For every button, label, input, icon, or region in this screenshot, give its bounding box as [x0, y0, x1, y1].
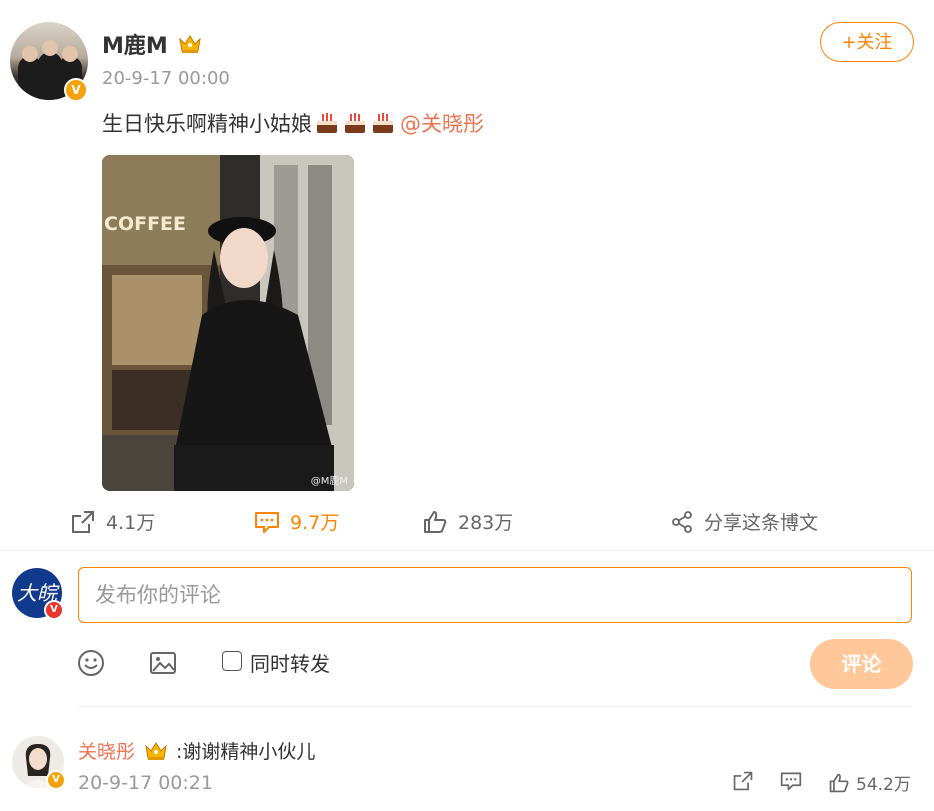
forward-button[interactable]: 4.1万: [70, 508, 155, 535]
submit-comment-button[interactable]: 评论: [810, 639, 913, 689]
share-label: 分享这条博文: [704, 512, 819, 534]
cake-icon: [373, 113, 393, 133]
sync-forward-checkbox[interactable]: [222, 651, 242, 671]
emoji-icon[interactable]: [76, 648, 106, 678]
like-button[interactable]: 283万: [422, 508, 513, 535]
crown-icon: [145, 742, 167, 760]
author-name-text[interactable]: M鹿M: [102, 34, 168, 59]
cake-icon: [317, 113, 337, 133]
divider: [0, 550, 934, 551]
mention-link[interactable]: @关晓彤: [400, 108, 484, 138]
verified-icon: V: [46, 770, 66, 790]
sync-forward-label[interactable]: 同时转发: [250, 648, 330, 677]
reply-timestamp: 20-9-17 00:21: [78, 772, 213, 794]
crown-icon: [179, 35, 201, 53]
divider: [78, 706, 912, 707]
reply-author-name[interactable]: 关晓彤: [78, 737, 135, 764]
follow-button[interactable]: +关注: [820, 22, 914, 62]
post-image[interactable]: COFFEE @M鹿M: [102, 155, 354, 491]
share-icon: [672, 510, 692, 533]
comment-button[interactable]: 9.7万: [254, 508, 339, 535]
like-icon: [424, 510, 447, 533]
post-timestamp: 20-9-17 00:00: [102, 68, 230, 89]
reply-comment-button[interactable]: [780, 770, 802, 792]
post-photo-illustration: COFFEE: [102, 155, 354, 491]
like-count: 283万: [458, 512, 514, 534]
share-button[interactable]: 分享这条博文: [670, 508, 818, 535]
reply-forward-button[interactable]: [732, 770, 754, 792]
post-text: 生日快乐啊精神小姑娘 @关晓彤: [102, 108, 484, 138]
comment-icon: [255, 511, 279, 533]
coffee-sign: COFFEE: [104, 213, 186, 235]
cake-icon: [345, 113, 365, 133]
comment-input[interactable]: 发布你的评论: [78, 567, 912, 623]
reply-like-button[interactable]: 54.2万: [828, 770, 911, 795]
forward-icon: [733, 771, 753, 791]
comment-icon: [780, 772, 802, 791]
like-icon: [829, 773, 849, 792]
author-name[interactable]: M鹿M: [102, 28, 168, 60]
verified-icon: V: [64, 78, 88, 102]
reply-like-count: 54.2万: [856, 775, 911, 795]
reply-text: :谢谢精神小伙儿: [176, 741, 316, 763]
verified-icon: V: [44, 600, 64, 620]
comment-count: 9.7万: [290, 512, 340, 534]
image-watermark: @M鹿M: [310, 476, 348, 487]
image-icon[interactable]: [148, 648, 178, 678]
forward-icon: [72, 510, 94, 533]
forward-count: 4.1万: [106, 512, 156, 534]
post-body: 生日快乐啊精神小姑娘: [102, 112, 312, 136]
